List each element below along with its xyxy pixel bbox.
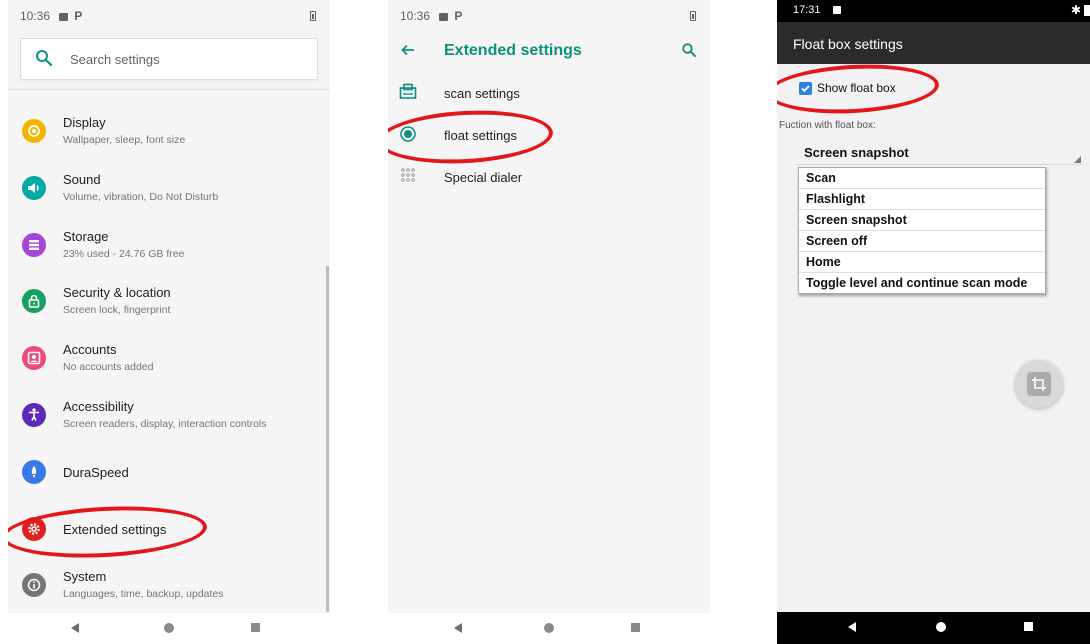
crop-icon bbox=[1027, 372, 1051, 396]
page-title: Float box settings bbox=[793, 36, 903, 52]
home-icon[interactable] bbox=[936, 622, 946, 632]
recents-icon[interactable] bbox=[631, 623, 640, 632]
search-placeholder: Search settings bbox=[70, 52, 160, 67]
status-bar: 10:36 P bbox=[8, 0, 330, 33]
info-icon bbox=[22, 573, 46, 598]
search-bar[interactable]: Search settings bbox=[20, 38, 318, 80]
dropdown-option[interactable]: Home bbox=[799, 252, 1045, 273]
float-box-settings-screen: 17:31 ✱ Float box settings Show float bo… bbox=[777, 0, 1090, 644]
settings-item-subtitle: Volume, vibration, Do Not Disturb bbox=[63, 190, 219, 203]
home-icon[interactable] bbox=[164, 623, 174, 633]
back-icon[interactable] bbox=[454, 623, 462, 633]
page-title: Extended settings bbox=[444, 42, 582, 59]
volume-icon bbox=[22, 175, 46, 200]
scrollbar[interactable] bbox=[326, 266, 329, 612]
list-item-label: Special dialer bbox=[444, 170, 523, 185]
settings-item-title: DuraSpeed bbox=[63, 464, 129, 480]
settings-item-subtitle: Screen lock, fingerprint bbox=[63, 304, 171, 317]
list-item-scan-settings[interactable]: scan settings bbox=[388, 74, 710, 114]
home-icon[interactable] bbox=[544, 623, 554, 633]
status-time: 10:36 bbox=[20, 9, 51, 23]
status-time: 17:31 bbox=[793, 4, 821, 16]
scanner-icon bbox=[399, 83, 417, 106]
dropdown-option[interactable]: Screen off bbox=[799, 231, 1045, 252]
settings-item-duraspeed[interactable]: DuraSpeed bbox=[8, 444, 330, 501]
battery-icon bbox=[1084, 5, 1090, 16]
settings-item-display[interactable]: Display Wallpaper, sleep, font size bbox=[8, 103, 330, 160]
list-item-special-dialer[interactable]: Special dialer bbox=[388, 158, 710, 198]
extended-settings-screen: 10:36 P Extended settings scan settings … bbox=[388, 0, 710, 644]
search-icon bbox=[35, 49, 53, 72]
settings-item-title: Storage bbox=[63, 228, 109, 244]
nav-bar bbox=[777, 612, 1090, 644]
settings-item-title: Accounts bbox=[63, 342, 117, 358]
settings-item-accessibility[interactable]: Accessibility Screen readers, display, i… bbox=[8, 387, 330, 444]
app-bar: Float box settings bbox=[777, 22, 1090, 64]
dropdown-arrow-icon[interactable] bbox=[1074, 156, 1081, 163]
settings-item-title: Security & location bbox=[63, 285, 171, 301]
divider bbox=[8, 89, 330, 90]
settings-item-subtitle: 23% used - 24.76 GB free bbox=[63, 247, 185, 260]
accessibility-icon bbox=[22, 402, 46, 427]
lock-icon bbox=[22, 289, 46, 314]
settings-item-title: System bbox=[63, 569, 107, 585]
status-bar: 17:31 ✱ bbox=[777, 0, 1090, 22]
function-spinner[interactable]: Screen snapshot bbox=[804, 145, 909, 160]
status-bar: 10:36 P bbox=[388, 0, 710, 33]
recents-icon[interactable] bbox=[251, 623, 260, 632]
settings-item-title: Sound bbox=[63, 171, 101, 187]
status-p-icon: P bbox=[454, 9, 463, 24]
settings-item-storage[interactable]: Storage 23% used - 24.76 GB free bbox=[8, 217, 330, 274]
account-icon bbox=[22, 346, 46, 371]
back-icon[interactable] bbox=[71, 623, 79, 633]
settings-item-title: Accessibility bbox=[63, 398, 134, 414]
battery-icon bbox=[690, 11, 696, 21]
function-label: Fuction with float box: bbox=[779, 120, 876, 131]
bluetooth-icon: ✱ bbox=[1071, 3, 1082, 17]
nav-bar bbox=[388, 613, 710, 644]
settings-item-subtitle: Wallpaper, sleep, font size bbox=[63, 134, 186, 146]
notification-icon bbox=[59, 12, 69, 21]
settings-screen: 10:36 P Search settings Display Wallpape… bbox=[8, 0, 330, 644]
app-bar: Extended settings bbox=[388, 33, 710, 69]
highlight-oval bbox=[777, 60, 941, 118]
spinner-underline bbox=[797, 164, 1083, 165]
dropdown-option[interactable]: Flashlight bbox=[799, 189, 1045, 210]
recents-icon[interactable] bbox=[1024, 622, 1033, 631]
status-p-icon: P bbox=[74, 9, 83, 24]
storage-icon bbox=[22, 232, 46, 257]
settings-item-subtitle: No accounts added bbox=[63, 361, 154, 374]
rocket-icon bbox=[22, 459, 46, 484]
nav-bar bbox=[8, 613, 330, 644]
search-icon[interactable] bbox=[681, 42, 697, 63]
back-arrow-icon[interactable] bbox=[400, 42, 416, 63]
list-item-label: scan settings bbox=[444, 86, 520, 101]
dropdown-option[interactable]: Screen snapshot bbox=[799, 210, 1045, 231]
notification-icon bbox=[833, 6, 841, 14]
brightness-icon bbox=[22, 119, 46, 143]
settings-item-title: Display bbox=[63, 115, 106, 130]
settings-item-subtitle: Languages, time, backup, updates bbox=[63, 588, 224, 601]
notification-icon bbox=[439, 12, 449, 21]
settings-item-accounts[interactable]: Accounts No accounts added bbox=[8, 330, 330, 387]
float-box-button[interactable] bbox=[1015, 360, 1063, 408]
settings-item-security[interactable]: Security & location Screen lock, fingerp… bbox=[8, 273, 330, 330]
function-dropdown-list: Scan Flashlight Screen snapshot Screen o… bbox=[798, 167, 1046, 294]
back-icon[interactable] bbox=[848, 622, 856, 632]
settings-item-sound[interactable]: Sound Volume, vibration, Do Not Disturb bbox=[8, 160, 330, 217]
dialpad-icon bbox=[399, 167, 417, 190]
status-time: 10:36 bbox=[400, 9, 431, 23]
battery-icon bbox=[310, 11, 316, 21]
dropdown-option[interactable]: Scan bbox=[799, 168, 1045, 189]
settings-item-system[interactable]: System Languages, time, backup, updates bbox=[8, 557, 330, 614]
dropdown-option[interactable]: Toggle level and continue scan mode bbox=[799, 273, 1045, 293]
settings-item-subtitle: Screen readers, display, interaction con… bbox=[63, 417, 267, 430]
